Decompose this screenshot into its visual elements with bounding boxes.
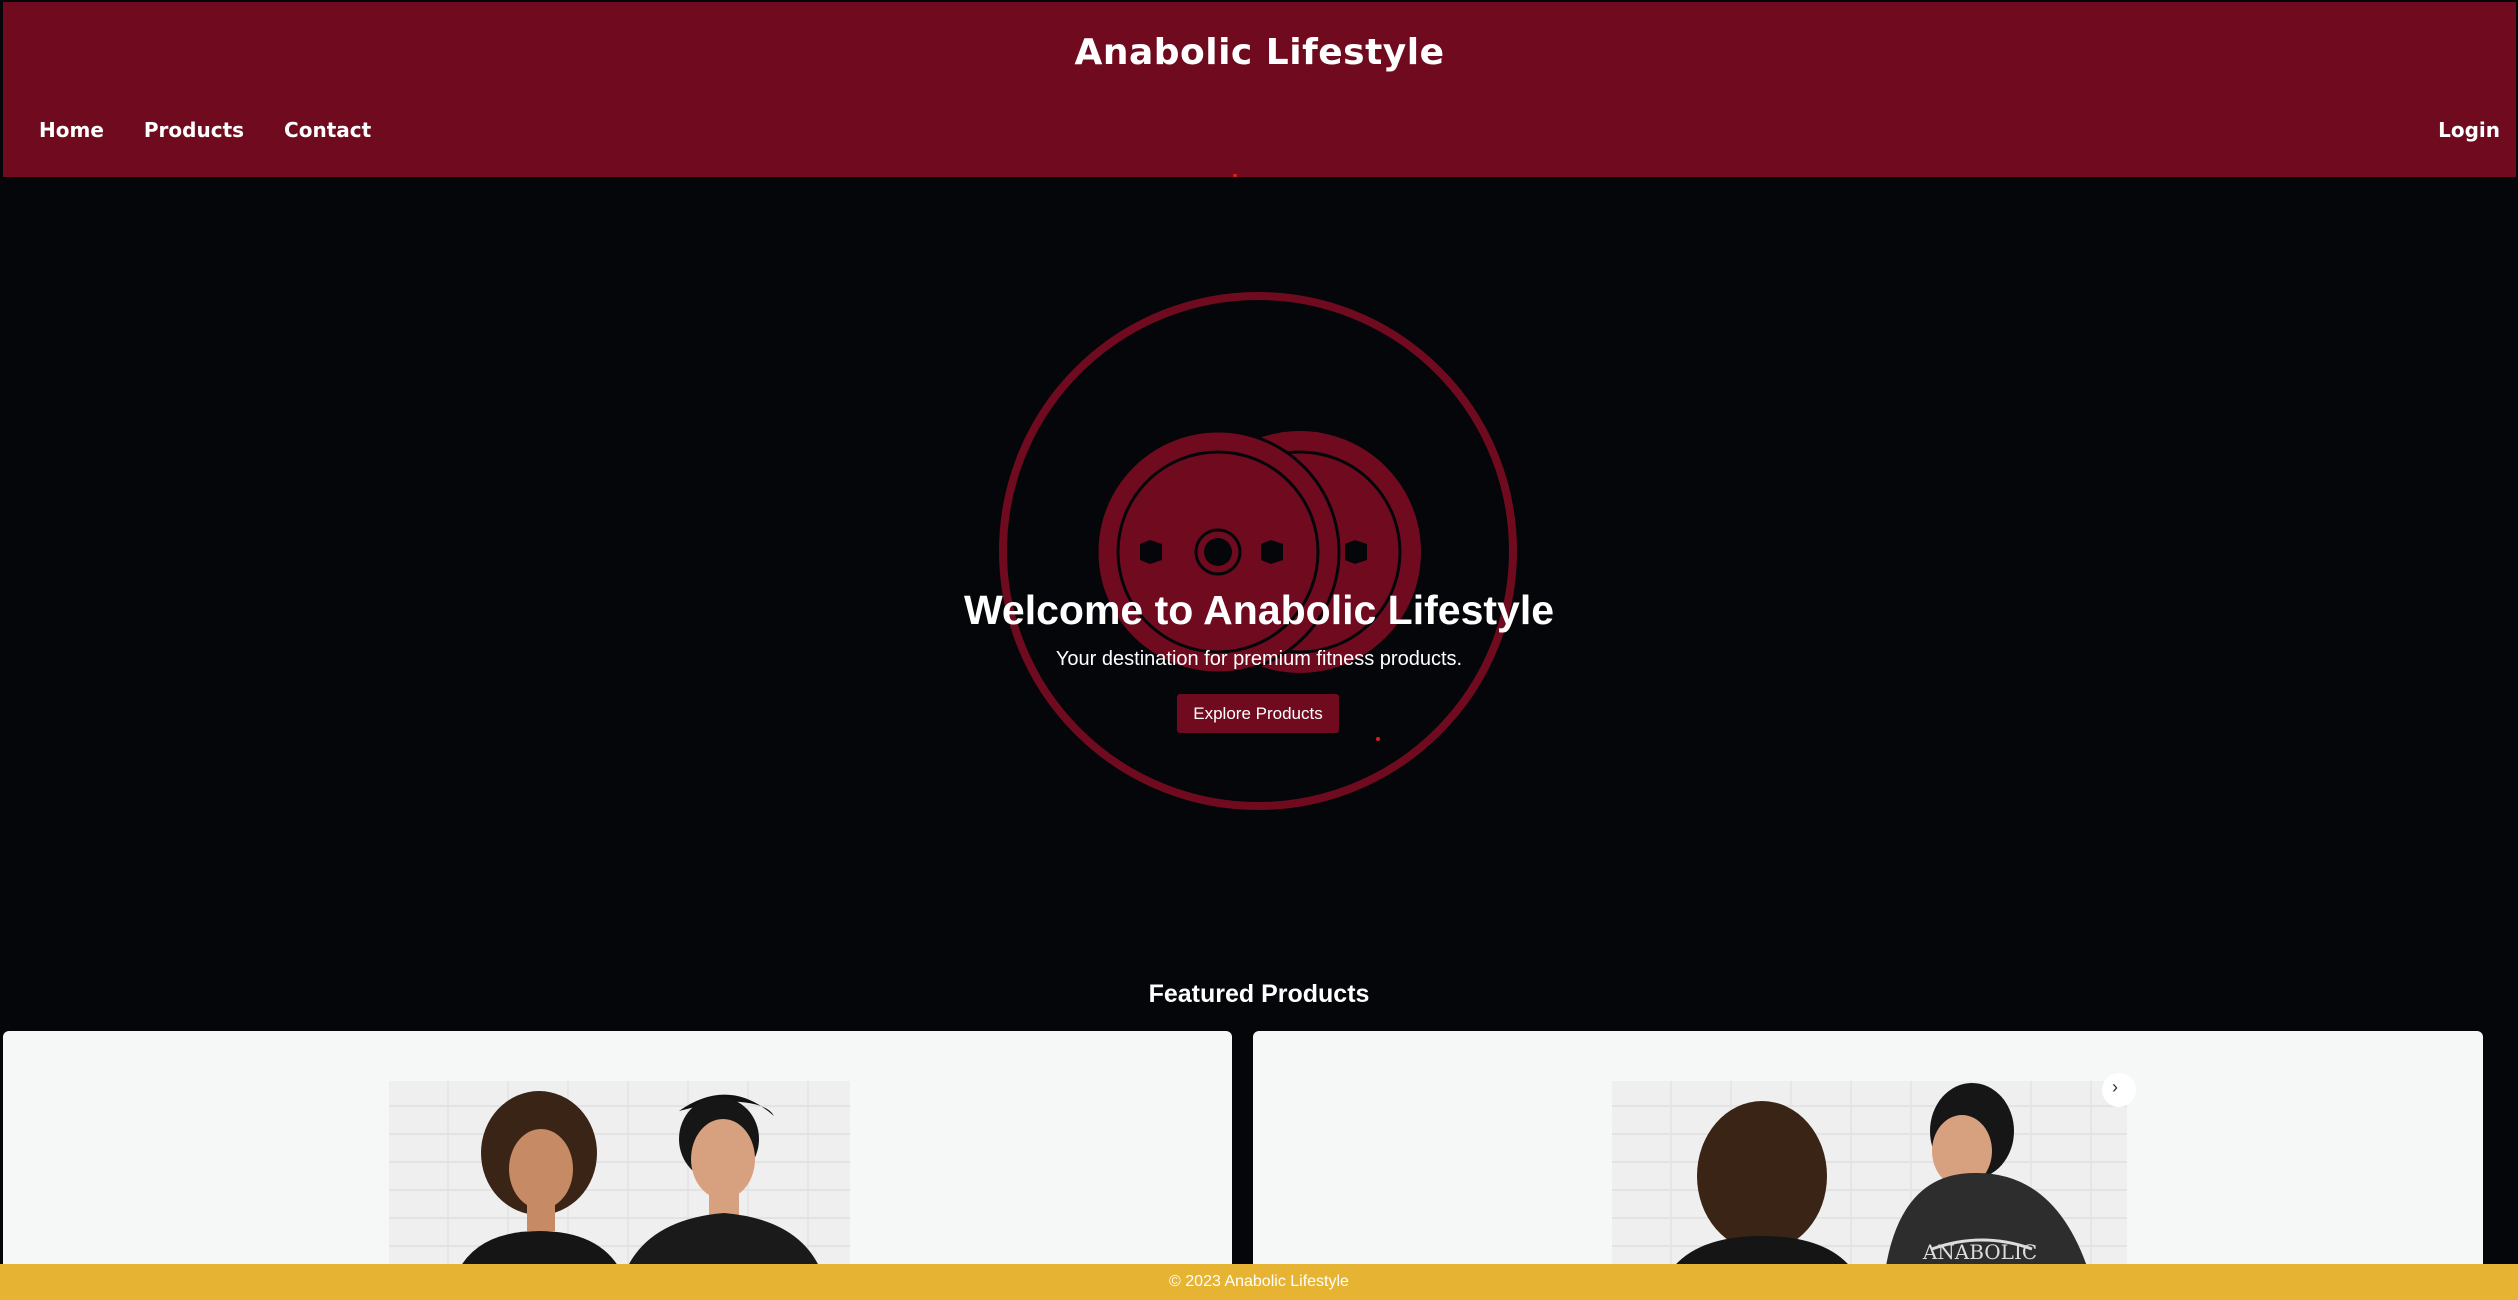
product-image: ANABOLIC bbox=[1612, 1081, 2127, 1271]
hero-section: Welcome to Anabolic Lifestyle Your desti… bbox=[0, 584, 2518, 672]
product-card[interactable] bbox=[3, 1031, 1232, 1271]
hero-subtitle: Your destination for premium fitness pro… bbox=[1055, 648, 1463, 670]
hero-title: Welcome to Anabolic Lifestyle bbox=[963, 587, 1555, 633]
featured-products-title: Featured Products bbox=[1148, 980, 1370, 1008]
chevron-right-icon: › bbox=[2112, 1077, 2118, 1097]
product-image bbox=[389, 1081, 850, 1271]
weight-plates-icon bbox=[999, 292, 1517, 810]
carousel-next-button[interactable]: › bbox=[2102, 1073, 2136, 1107]
site-footer: © 2023 Anabolic Lifestyle bbox=[0, 1264, 2518, 1300]
copyright-text: © 2023 Anabolic Lifestyle bbox=[1169, 1273, 1349, 1290]
shirt-print-text: ANABOLIC bbox=[1922, 1240, 2037, 1264]
explore-products-button[interactable]: Explore Products bbox=[1177, 694, 1339, 733]
product-card[interactable]: ANABOLIC › bbox=[1253, 1031, 2483, 1271]
